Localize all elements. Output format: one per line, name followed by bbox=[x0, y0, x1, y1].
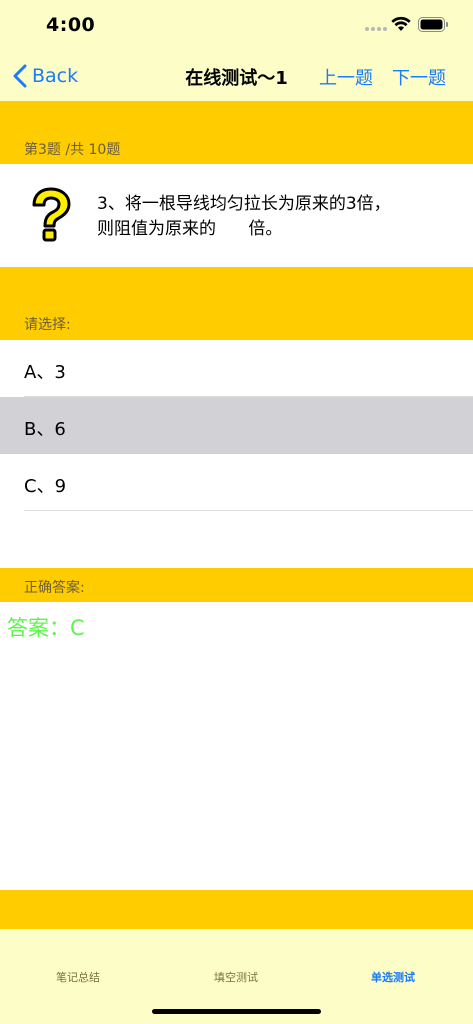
question-card: 3、将一根导线均匀拉长为原来的3倍， 则阻值为原来的 倍。 bbox=[0, 164, 473, 267]
option-label: A、3 bbox=[24, 362, 66, 383]
tab-fill-blank[interactable]: 填空测试 bbox=[186, 969, 286, 985]
status-time: 4:00 bbox=[46, 14, 96, 36]
back-chevron-icon bbox=[13, 64, 27, 88]
battery-icon bbox=[418, 17, 448, 32]
back-label: Back bbox=[32, 65, 79, 87]
back-button[interactable]: Back bbox=[12, 62, 78, 90]
option-b[interactable]: B、6 bbox=[0, 397, 473, 454]
app-screen: 4:00 Back 在线测试～1 上一题 下一题 第3题 /共 10题 3、将一… bbox=[0, 0, 473, 1024]
choose-label: 请选择: bbox=[24, 317, 71, 333]
next-question-button[interactable]: 下一题 bbox=[392, 64, 446, 90]
option-a[interactable]: A、3 bbox=[0, 340, 473, 397]
answer-band: 正确答案: bbox=[0, 568, 473, 602]
wifi-icon bbox=[391, 16, 411, 31]
tab-notes[interactable]: 笔记总结 bbox=[28, 969, 128, 985]
answer-text: 答案：C bbox=[7, 616, 85, 640]
option-c[interactable]: C、9 bbox=[0, 454, 473, 511]
status-bar: 4:00 bbox=[0, 0, 473, 50]
signal-icon bbox=[365, 27, 387, 33]
question-mark-icon bbox=[32, 187, 71, 242]
progress-band: 第3题 /共 10题 bbox=[0, 101, 473, 164]
option-label: C、9 bbox=[24, 476, 67, 497]
question-line-1: 3、将一根导线均匀拉长为原来的3倍， bbox=[97, 194, 391, 214]
page-title: 在线测试～1 bbox=[185, 68, 288, 89]
question-text: 3、将一根导线均匀拉长为原来的3倍， 则阻值为原来的 倍。 bbox=[97, 192, 457, 242]
question-line-2: 则阻值为原来的 倍。 bbox=[97, 219, 283, 239]
bottom-band bbox=[0, 890, 473, 929]
tab-single-choice[interactable]: 单选测试 bbox=[343, 969, 443, 985]
divider bbox=[24, 510, 473, 511]
answer-section-label: 正确答案: bbox=[24, 580, 85, 596]
progress-label: 第3题 /共 10题 bbox=[24, 142, 121, 158]
choose-band: 请选择: bbox=[0, 267, 473, 340]
navigation-bar: Back 在线测试～1 上一题 下一题 bbox=[0, 50, 473, 101]
home-indicator bbox=[152, 1009, 321, 1014]
option-label: B、6 bbox=[24, 419, 66, 440]
prev-question-button[interactable]: 上一题 bbox=[319, 64, 373, 90]
